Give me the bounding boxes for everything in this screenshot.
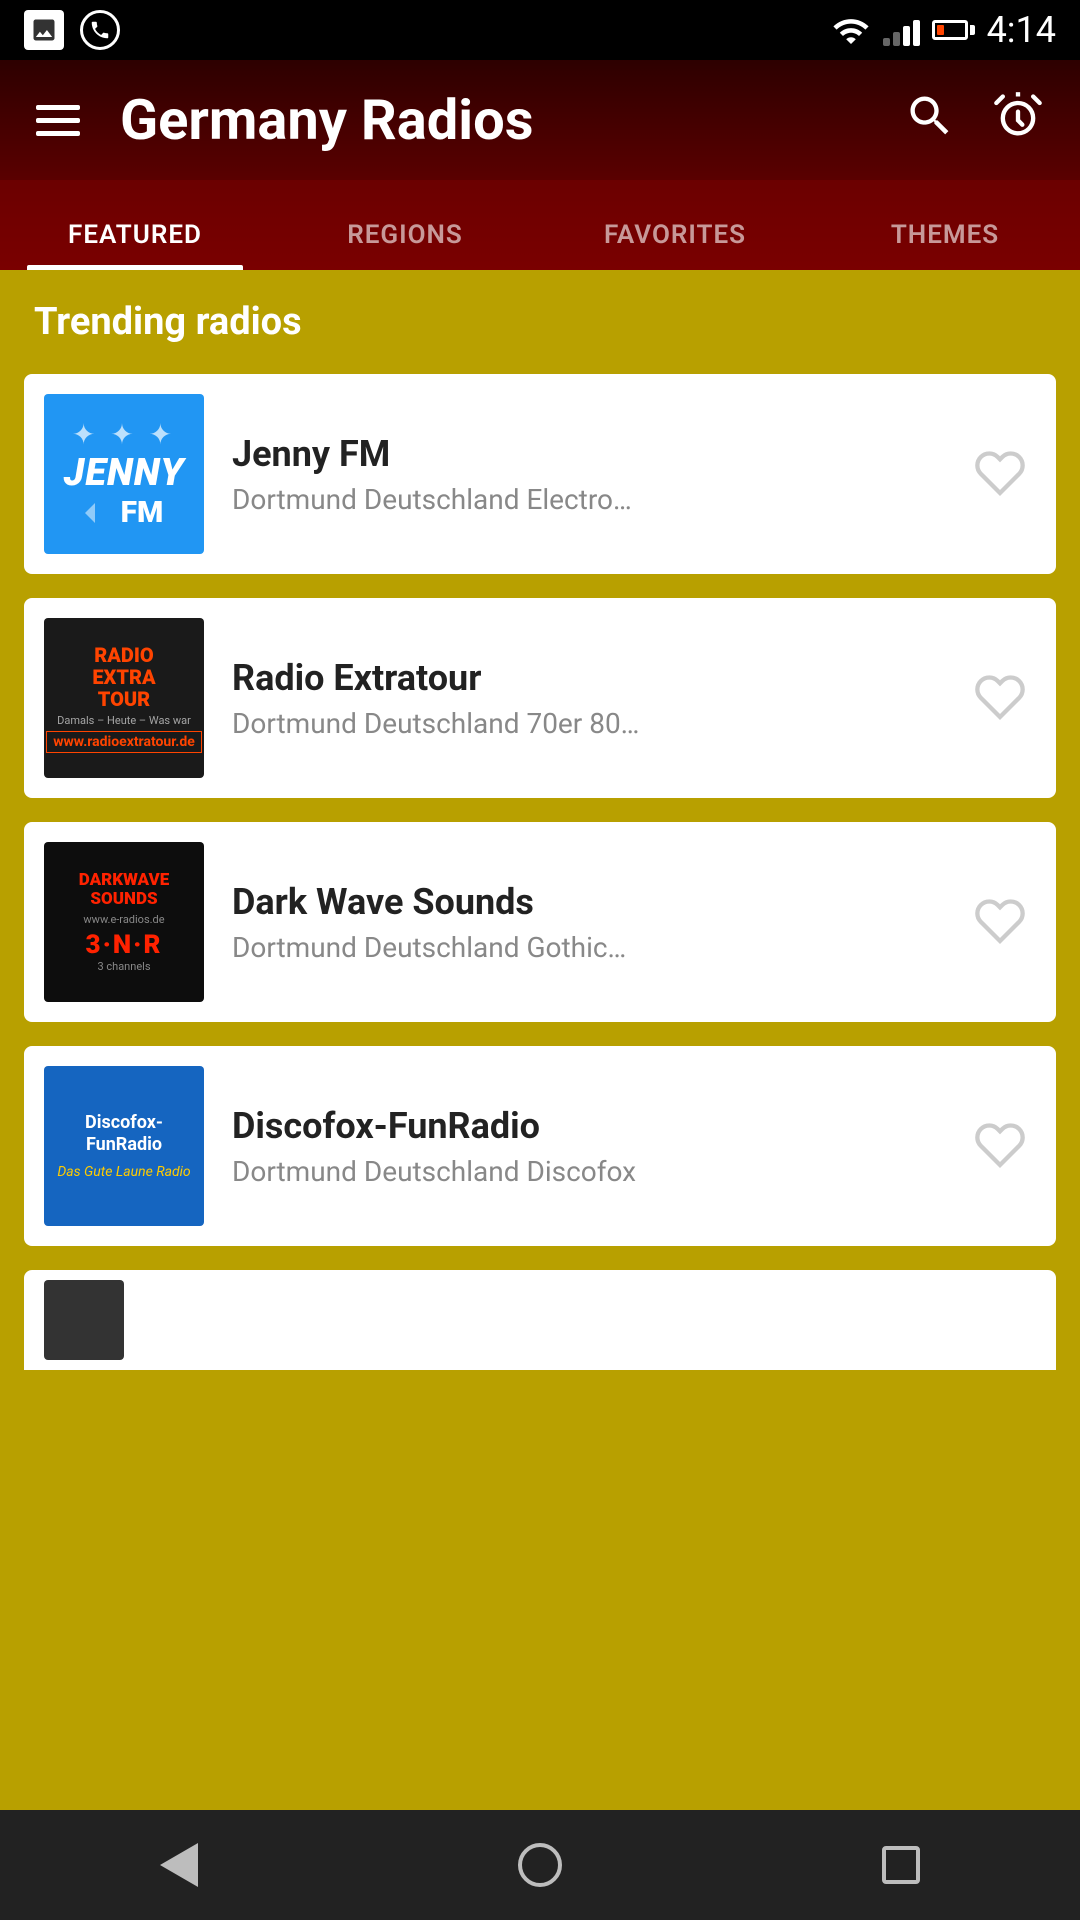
radio-name-extratour: Radio Extratour [232,657,936,699]
radio-card-discofox[interactable]: Discofox-FunRadio Das Gute Laune Radio D… [24,1046,1056,1246]
tabs: FEATURED REGIONS FAVORITES THEMES [0,180,1080,270]
extratour-logo-badge: www.radioextratour.de [46,731,202,753]
back-button[interactable] [160,1843,198,1887]
app-bar-left: Germany Radios [36,87,533,153]
jenny-fm-text: FM [121,495,164,530]
radio-desc-extratour: Dortmund Deutschland 70er 80… [232,707,936,740]
discofox-logo-title: Discofox-FunRadio [85,1112,163,1155]
favorite-button-extratour[interactable] [964,661,1036,736]
status-bar: 4:14 [0,0,1080,60]
page-title: Germany Radios [120,87,533,153]
extratour-logo-text: RADIOEXTRATOUR [92,644,155,710]
radio-desc-darkwave: Dortmund Deutschland Gothic… [232,931,936,964]
status-bar-left [24,10,120,50]
section-title: Trending radios [24,300,1056,344]
darkwave-logo-channels: 3 channels [97,960,150,973]
menu-button[interactable] [36,105,80,136]
extratour-logo-sub: Damals – Heute – Was war [57,714,191,727]
recents-button[interactable] [882,1846,920,1884]
tab-favorites[interactable]: FAVORITES [540,220,810,270]
radio-logo-extratour: RADIOEXTRATOUR Damals – Heute – Was war … [44,618,204,778]
darkwave-logo-sub: www.e-radios.de [83,913,164,926]
discofox-logo-sub: Das Gute Laune Radio [57,1164,190,1180]
radio-logo-discofox: Discofox-FunRadio Das Gute Laune Radio [44,1066,204,1226]
partial-logo [44,1280,124,1360]
radio-name-discofox: Discofox-FunRadio [232,1105,936,1147]
status-time: 4:14 [987,9,1056,51]
app-bar-right [904,90,1044,151]
radio-name-jenny: Jenny FM [232,433,936,475]
phone-icon [80,10,120,50]
darkwave-logo-title: DARKWAVESOUNDS [79,871,169,908]
radio-info-jenny: Jenny FM Dortmund Deutschland Electro… [232,433,936,516]
radio-desc-discofox: Dortmund Deutschland Discofox [232,1155,936,1188]
alarm-button[interactable] [992,90,1044,151]
radio-logo-darkwave: DARKWAVESOUNDS www.e-radios.de 3·N·R 3 c… [44,842,204,1002]
tab-themes[interactable]: THEMES [810,220,1080,270]
nav-bar [0,1810,1080,1920]
radio-name-darkwave: Dark Wave Sounds [232,881,936,923]
radio-card-partial[interactable] [24,1270,1056,1370]
search-button[interactable] [904,90,956,151]
favorite-button-jenny[interactable] [964,437,1036,512]
back-icon [160,1843,198,1887]
radio-card-extratour[interactable]: RADIOEXTRATOUR Damals – Heute – Was war … [24,598,1056,798]
app-bar: Germany Radios [0,60,1080,180]
status-bar-right: 4:14 [831,9,1056,51]
favorite-button-discofox[interactable] [964,1109,1036,1184]
tab-featured[interactable]: FEATURED [0,220,270,270]
jenny-fm-label: JENNY [64,451,185,495]
darkwave-logo-badge: 3·N·R [86,930,163,960]
radio-logo-jenny: ✦ ✦ ✦ JENNY FM [44,394,204,554]
battery-icon [932,20,975,40]
photo-icon [24,10,64,50]
tab-regions[interactable]: REGIONS [270,220,540,270]
radio-info-darkwave: Dark Wave Sounds Dortmund Deutschland Go… [232,881,936,964]
radio-info-discofox: Discofox-FunRadio Dortmund Deutschland D… [232,1105,936,1188]
radio-info-extratour: Radio Extratour Dortmund Deutschland 70e… [232,657,936,740]
content-area: Trending radios ✦ ✦ ✦ JENNY FM Jenny FM … [0,270,1080,1400]
wifi-icon [831,12,871,48]
radio-card-darkwave[interactable]: DARKWAVESOUNDS www.e-radios.de 3·N·R 3 c… [24,822,1056,1022]
home-button[interactable] [518,1843,562,1887]
radio-desc-jenny: Dortmund Deutschland Electro… [232,483,936,516]
radio-card-jenny[interactable]: ✦ ✦ ✦ JENNY FM Jenny FM Dortmund Deutsch… [24,374,1056,574]
favorite-button-darkwave[interactable] [964,885,1036,960]
signal-icon [883,14,920,46]
recents-icon [882,1846,920,1884]
jenny-stars: ✦ ✦ ✦ [72,418,176,451]
home-icon [518,1843,562,1887]
